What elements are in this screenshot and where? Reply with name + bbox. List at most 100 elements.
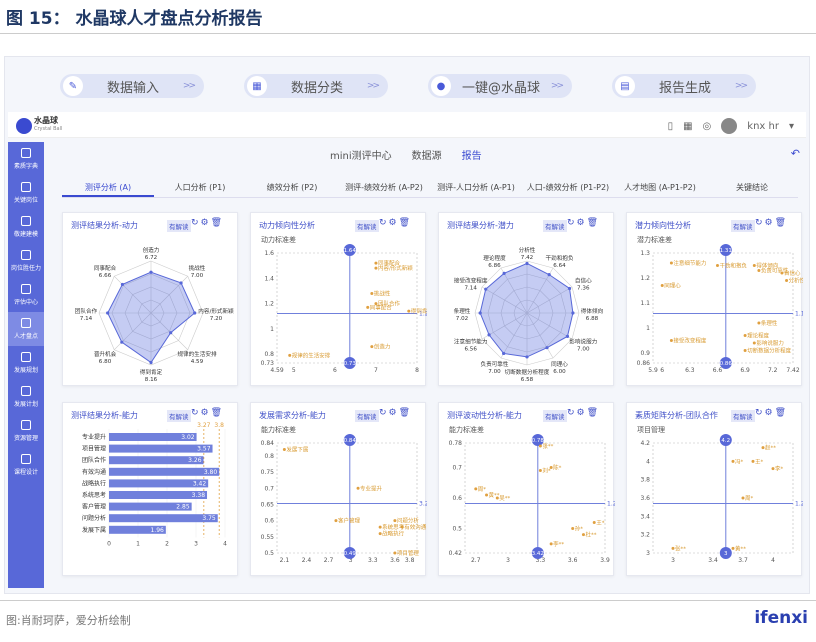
tick-label: 0.78 [449, 440, 463, 447]
report-generate-button[interactable]: ▤ 报告生成 >> [612, 74, 756, 98]
tick-label: 5.9 [648, 367, 658, 374]
tick-label: 0.73 [261, 360, 275, 367]
tick-label: 1.3 [640, 250, 650, 257]
point-label: 客户管理 [338, 517, 361, 525]
radar-point [179, 281, 183, 285]
tick-label: 6.3 [685, 367, 695, 374]
subnav-data-source[interactable]: 数据源 [412, 147, 442, 162]
radar-value: 6.86 [488, 263, 501, 269]
bar-category: 项目管理 [82, 445, 106, 453]
sidebar-item[interactable]: 发展规划 [8, 346, 44, 380]
tab[interactable]: 绩效分析 (P2) [246, 178, 338, 197]
marker-label: 0.73 [344, 361, 357, 367]
grid-icon[interactable]: ▦ [683, 121, 692, 132]
marker-label: 3 [724, 551, 728, 557]
radar-area [107, 271, 196, 364]
tab[interactable]: 测评-绩效分析 (A-P2) [338, 178, 430, 197]
radar-point [525, 355, 529, 359]
point-label: 李** [553, 540, 564, 548]
tick-label: 2 [165, 540, 169, 547]
radar-point [120, 282, 125, 287]
chart-card: 测评结果分析-潜力 有解读 ↻⚙🗑 分析性 7.42 干劲和抱负 6.64 自信心 7.36 得体… [438, 212, 614, 386]
globe-icon[interactable]: ◎ [703, 121, 712, 132]
radar-label: 挑战性 [189, 264, 206, 272]
sidebar-item[interactable]: 关键岗位 [8, 176, 44, 210]
chart-card: 测评结果分析-能力 有解读 ↻⚙🗑 0 1 2 3 4 3.27 3.8 专业提升 3.02 项目管理 3… [62, 402, 238, 576]
point-label: 周* [745, 495, 754, 502]
tick-label: 3 [506, 557, 510, 564]
sidebar-label: 关键岗位 [13, 197, 38, 204]
tick-label: 1.2 [264, 301, 274, 308]
app-header: 水晶球 Crystal Ball ▯ ▦ ◎ knx hr ▾ [8, 112, 806, 138]
tick-label: 0.84 [261, 440, 275, 447]
chart-svg: 3 3.4 3.7 4 3 3.2 3.4 3.6 3.8 4 4.2 4.2 3 1.2 赵** 冯* 王* 李… [640, 434, 803, 564]
radar-label: 团队合作 [75, 307, 98, 315]
chart-card: 潜力倾向性分析 有解读 ↻⚙🗑 潜力标准差 5.9 6 6.3 6.6 6.9 7.2 7.42 0.… [626, 212, 803, 386]
tab[interactable]: 人才地图 (A-P1-P2) [614, 178, 706, 197]
point-label: 李* [775, 465, 784, 473]
radar-value: 6.64 [553, 263, 566, 269]
tab[interactable]: 人口-绩效分析 (P1-P2) [522, 178, 614, 197]
tick-label: 0.5 [264, 550, 274, 557]
tick-label: 4.59 [270, 367, 284, 374]
tab[interactable]: 人口分析 (P1) [154, 178, 246, 197]
chart-card: 素质矩阵分析-团队合作 有解读 ↻⚙🗑 项目管理 3 3.4 3.7 4 3 3.2 3.4 3.6 3… [626, 402, 803, 576]
sidebar-label: 评估中心 [13, 299, 38, 306]
tick-label: 5 [292, 367, 296, 374]
marker-label: 3.24 [419, 501, 427, 508]
point-label: 张** [542, 442, 553, 450]
point-label: 分析性 [789, 277, 803, 285]
sidebar-item[interactable]: 岗位胜任力 [8, 244, 44, 278]
chevron-down-icon[interactable]: ▾ [789, 121, 794, 132]
chart-card: 测评结果分析-动力 有解读 ↻⚙🗑 创造力 6.72 挑战性 7.00 内容/形式新颖 7.20… [62, 212, 238, 386]
data-input-button[interactable]: ✎ 数据输入 >> [60, 74, 204, 98]
user-name[interactable]: knx hr [747, 121, 779, 132]
menu-icon [21, 420, 31, 430]
double-chevron-icon: >> [734, 81, 748, 91]
sidebar-item[interactable]: 敬建建模 [8, 210, 44, 244]
data-classify-button[interactable]: ▦ 数据分类 >> [244, 74, 388, 98]
tab[interactable]: 关键结论 [706, 178, 798, 197]
bar-category: 客户管理 [82, 503, 106, 511]
sidebar-item[interactable]: 素质字典 [8, 142, 44, 176]
subnav-mini-center[interactable]: mini测评中心 [330, 147, 392, 162]
radar-label: 注意细节能力 [454, 338, 488, 346]
tab[interactable]: 测评分析 (A) [62, 178, 154, 197]
point-label: 得到肯定 [411, 307, 427, 315]
tick-label: 0.9 [640, 350, 650, 357]
radar-value: 6.00 [553, 369, 566, 375]
tick-label: 3.7 [738, 557, 748, 564]
menu-icon [21, 284, 31, 294]
layout-icon[interactable]: ▯ [668, 121, 674, 132]
chart-svg: 4.59 5 6 7 80.730.811.21.41.6 1.640.731.2同事配合… [261, 244, 427, 374]
tick-label: 3.3 [368, 557, 378, 564]
sidebar-item[interactable]: 资源管理 [8, 414, 44, 448]
subnav-report[interactable]: 报告 [462, 147, 482, 162]
bar-value: 3.42 [193, 480, 207, 487]
crystal-ball-icon: ● [431, 76, 451, 96]
sidebar-item[interactable]: 发展计划 [8, 380, 44, 414]
bar-category: 有效沟通 [82, 468, 106, 476]
tick-label: 0.65 [261, 501, 275, 508]
radar-point [106, 311, 110, 315]
point-label: 规律的生活安排 [292, 351, 331, 359]
divider [0, 600, 816, 601]
tab[interactable]: 测评-人口分析 (A-P1) [430, 178, 522, 197]
sidebar-item[interactable]: 人才盘点 [8, 312, 44, 346]
point-label: 项目管理 [397, 549, 420, 557]
point-label: 黄** [735, 544, 746, 552]
back-icon[interactable]: ↶ [791, 147, 800, 160]
avatar[interactable] [721, 118, 738, 134]
radar-value: 7.36 [577, 286, 590, 292]
radar-point [484, 287, 488, 291]
radar-label: 干劲和抱负 [546, 254, 574, 262]
chart-card: 发展需求分析-能力 有解读 ↻⚙🗑 能力标准差 2.1 2.4 2.7 3 3.3 3.6 3.8 0… [250, 402, 427, 576]
tick-label: 2.4 [302, 557, 312, 564]
point-label: 周* [478, 486, 487, 493]
crystal-ball-button[interactable]: ● 一键@水晶球 >> [428, 74, 572, 98]
tick-label: 3 [646, 550, 650, 557]
sidebar-item[interactable]: 课程设计 [8, 448, 44, 482]
sidebar-item[interactable]: 评估中心 [8, 278, 44, 312]
chart-svg: 5.9 6 6.3 6.6 6.9 7.2 7.42 0.86 0.9 1 1.1 1.2 1.3 1.3… [637, 244, 803, 374]
plot-frame [464, 442, 606, 554]
